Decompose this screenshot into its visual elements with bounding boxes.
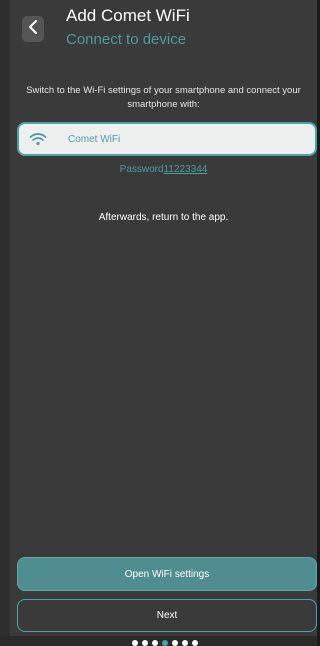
next-button[interactable]: Next (17, 599, 317, 632)
chevron-left-icon (28, 19, 38, 39)
password-row: Password11223344 (10, 164, 317, 175)
wifi-icon (28, 131, 48, 147)
pagination-dot (181, 640, 188, 646)
pagination-dot (151, 640, 158, 646)
pagination-dot (141, 640, 148, 646)
password-value: 11223344 (163, 164, 208, 175)
pagination-dot (131, 640, 138, 646)
back-button[interactable] (22, 16, 44, 42)
page-subtitle: Connect to device (66, 31, 187, 48)
wifi-network-card: Comet WiFi (17, 122, 317, 156)
instructions-text: Switch to the Wi-Fi settings of your sma… (26, 85, 301, 110)
next-button-label: Next (156, 610, 178, 621)
afterwards-text: Afterwards, return to the app. (98, 212, 229, 223)
pagination-dots (0, 640, 317, 646)
password-label: Password (119, 164, 164, 175)
add-comet-wifi-screen: Add Comet WiFi Connect to device Switch … (0, 0, 317, 646)
pagination-dot (191, 640, 198, 646)
open-wifi-settings-label: Open WiFi settings (124, 568, 210, 580)
pagination-dot (171, 640, 178, 646)
open-wifi-settings-button[interactable]: Open WiFi settings (17, 557, 317, 591)
page-title: Add Comet WiFi (66, 6, 190, 25)
pagination-dot-active (161, 640, 168, 646)
wifi-network-name: Comet WiFi (68, 133, 121, 145)
